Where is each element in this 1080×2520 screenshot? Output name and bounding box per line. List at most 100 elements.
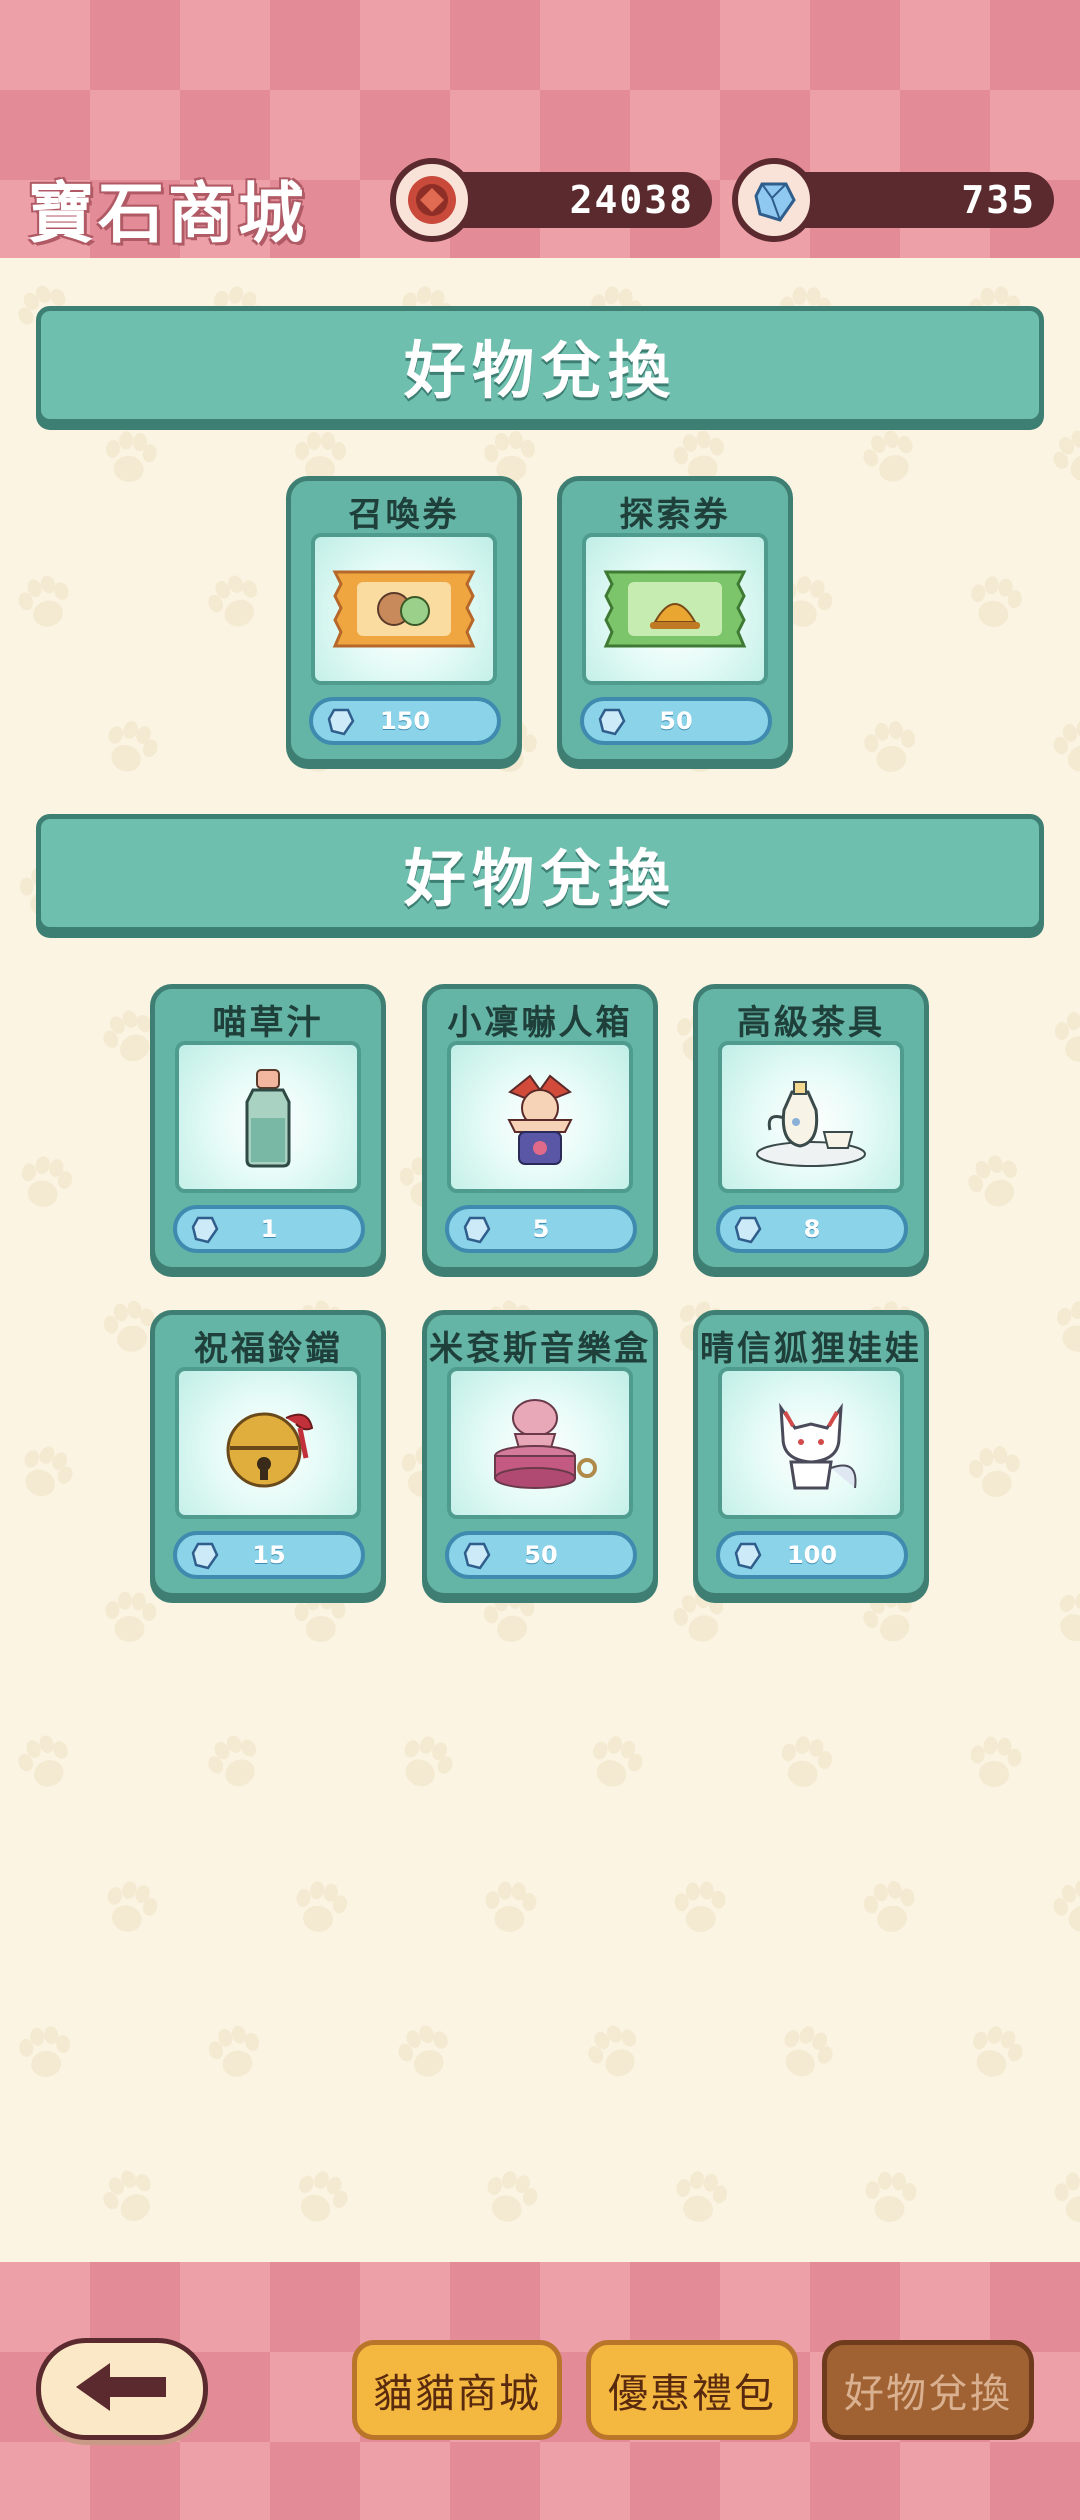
coin-counter: 24038 (390, 158, 712, 242)
item-price: 50 (524, 1541, 558, 1569)
item-name: 米袞斯音樂盒 (429, 1329, 651, 1369)
price-gem-icon (191, 1215, 219, 1251)
item-name: 高級茶具 (737, 1003, 885, 1043)
explore-ticket-icon (582, 533, 768, 685)
price-gem-icon (734, 1215, 762, 1251)
shop-item-tea-set[interactable]: 高級茶具 8 (693, 984, 929, 1272)
shop-item-fox-doll[interactable]: 晴信狐狸娃娃 100 (693, 1310, 929, 1598)
paw-print-icon (957, 1725, 1033, 1801)
gem-counter: 735 (732, 158, 1054, 242)
price-button[interactable]: 50 (445, 1531, 637, 1579)
paw-print-icon (82, 2150, 177, 2245)
paw-print-icon (851, 709, 929, 787)
paw-print-icon (1036, 1864, 1080, 1952)
paw-print-icon (1038, 706, 1080, 791)
paw-print-icon (659, 2157, 740, 2238)
page-title: 寶石商城 (28, 175, 308, 252)
paw-print-icon (951, 2009, 1040, 2098)
paw-print-icon (763, 1721, 846, 1804)
shop-item-catnip-juice[interactable]: 喵草汁 1 (150, 984, 386, 1272)
paw-print-icon (949, 1137, 1041, 1229)
paw-print-icon (188, 1716, 282, 1810)
paw-print-icon (1033, 411, 1080, 506)
music-box-icon (447, 1367, 633, 1519)
fox-doll-icon (718, 1367, 904, 1519)
paw-print-icon (955, 1433, 1035, 1513)
paw-print-icon (0, 1718, 90, 1808)
paw-print-icon (85, 703, 175, 793)
paw-print-icon (1033, 1571, 1080, 1666)
paw-print-icon (1038, 1286, 1080, 1371)
paw-print-icon (2, 560, 89, 647)
tab-special-offers[interactable]: 優惠禮包 (586, 2340, 798, 2440)
tab-goods-exchange[interactable]: 好物兌換 (822, 2340, 1034, 2440)
paw-print-icon (279, 1867, 360, 1948)
price-gem-icon (327, 707, 355, 743)
paw-print-icon (7, 2015, 84, 2092)
gem-icon (732, 158, 816, 242)
paw-print-icon (473, 1871, 547, 1945)
paw-print-icon (663, 1871, 738, 1946)
price-gem-icon (191, 1541, 219, 1577)
item-name: 召喚券 (348, 495, 460, 535)
price-gem-icon (463, 1541, 491, 1577)
section-banner-2: 好物兌換 (36, 814, 1044, 932)
paw-print-icon (955, 563, 1035, 643)
item-name: 小凜嚇人箱 (447, 1003, 633, 1043)
paw-print-icon (86, 1864, 173, 1951)
shop-item-jack-in-the-box[interactable]: 小凜嚇人箱 5 (422, 984, 658, 1272)
price-gem-icon (463, 1215, 491, 1251)
item-price: 150 (379, 707, 431, 735)
item-price: 100 (786, 1541, 838, 1569)
item-name: 祝福鈴鐺 (194, 1329, 342, 1369)
paw-print-icon (274, 2152, 366, 2244)
item-price: 1 (260, 1215, 278, 1243)
blessing-bell-icon (175, 1367, 361, 1519)
price-gem-icon (598, 707, 626, 743)
price-button[interactable]: 5 (445, 1205, 637, 1253)
jack-in-the-box-icon (447, 1041, 633, 1193)
item-name: 喵草汁 (212, 1003, 324, 1043)
coin-value: 24038 (569, 178, 694, 222)
paw-print-icon (3, 1141, 86, 1224)
paw-print-icon (0, 1426, 92, 1520)
paw-print-icon (845, 413, 935, 503)
shop-item-explore-ticket[interactable]: 探索券 50 (557, 476, 793, 764)
shop-item-music-box[interactable]: 米袞斯音樂盒 50 (422, 1310, 658, 1598)
price-button[interactable]: 1 (173, 1205, 365, 1253)
paw-print-icon (1043, 2161, 1080, 2236)
paw-print-icon (853, 2161, 927, 2235)
item-name: 晴信狐狸娃娃 (700, 1329, 922, 1369)
paw-print-icon (466, 2154, 553, 2241)
item-name: 探索券 (619, 495, 731, 535)
paw-print-icon (568, 2006, 662, 2100)
gem-value: 735 (961, 178, 1036, 222)
paw-print-icon (189, 557, 281, 649)
paw-print-icon (93, 1581, 167, 1655)
back-button[interactable] (36, 2338, 208, 2440)
paw-print-icon (571, 1719, 660, 1808)
price-gem-icon (734, 1541, 762, 1577)
paw-print-icon (378, 1716, 472, 1810)
price-button[interactable]: 15 (173, 1531, 365, 1579)
price-button[interactable]: 100 (716, 1531, 908, 1579)
back-arrow-icon (72, 2359, 172, 2419)
tab-cat-shop[interactable]: 貓貓商城 (352, 2340, 562, 2440)
catnip-juice-bottle-icon (175, 1041, 361, 1193)
paw-print-icon (193, 2011, 277, 2095)
price-button[interactable]: 50 (580, 697, 772, 745)
tea-set-icon (718, 1041, 904, 1193)
item-price: 50 (659, 707, 693, 735)
shop-item-blessing-bell[interactable]: 祝福鈴鐺 15 (150, 1310, 386, 1598)
item-price: 5 (532, 1215, 550, 1243)
paw-print-icon (1045, 1003, 1080, 1073)
price-button[interactable]: 150 (309, 697, 501, 745)
shop-item-summon-ticket[interactable]: 召喚券 150 (286, 476, 522, 764)
paw-print-icon (91, 419, 169, 497)
item-price: 8 (803, 1215, 821, 1243)
price-button[interactable]: 8 (716, 1205, 908, 1253)
paw-print-icon (849, 1867, 931, 1949)
cat-coin-icon (390, 158, 474, 242)
summon-ticket-icon (311, 533, 497, 685)
section-banner-1: 好物兌換 (36, 306, 1044, 424)
